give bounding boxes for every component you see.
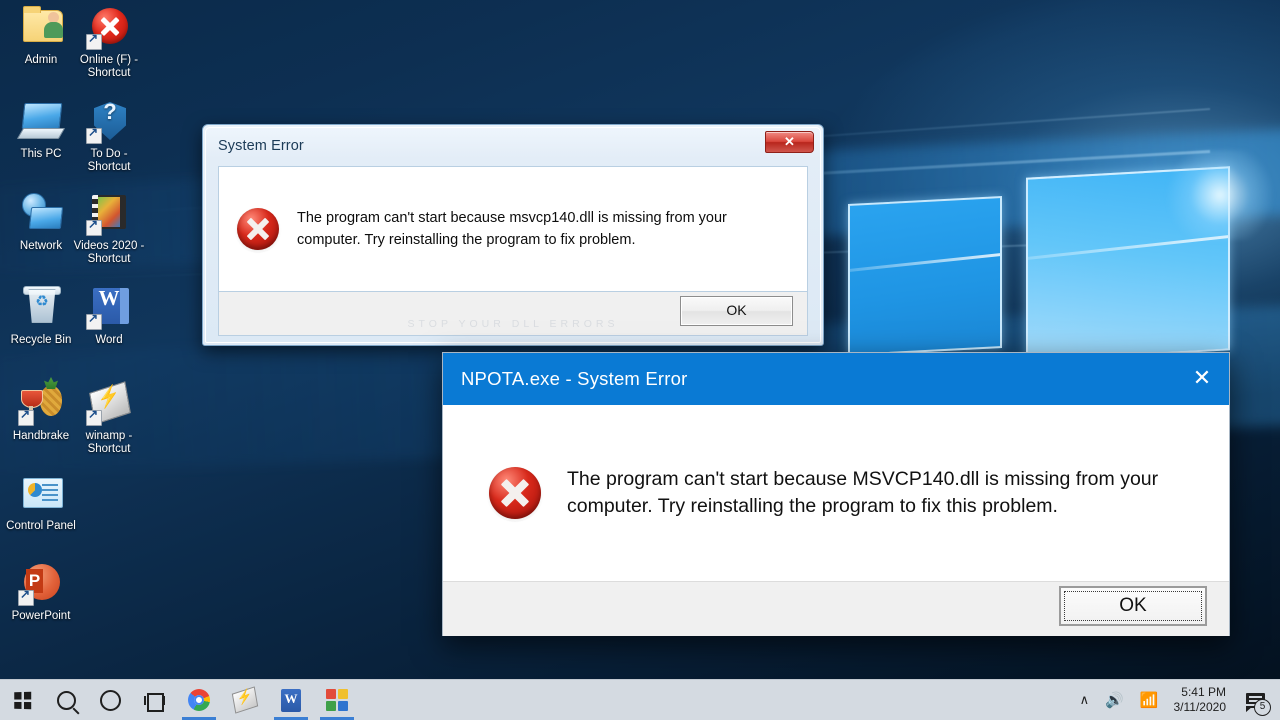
system-tray: ∧ 🔊 📶 5:41 PM 3/11/2020 5 [1073,680,1280,720]
clock-button[interactable]: 5:41 PM 3/11/2020 [1168,685,1237,715]
blue-shield-question-icon: ? [86,100,132,144]
desktop-icon-powerpoint[interactable]: PowerPoint [2,562,80,623]
winamp-icon [231,686,259,714]
handbrake-pineapple-icon [18,382,64,426]
desktop-icon-label: Recycle Bin [10,334,72,346]
desktop-icon-winamp[interactable]: winamp - Shortcut [70,381,148,456]
shortcut-arrow-icon [18,588,34,606]
desktop-icon-this-pc[interactable]: This PC [2,100,80,161]
dialog-footer: OK [218,292,808,336]
shortcut-arrow-icon [86,408,102,426]
wifi-icon: 📶 [1139,692,1159,709]
taskbar-left-group [0,680,360,720]
system-error-dialog-npota[interactable]: NPOTA.exe - System Error ✕ The program c… [442,352,1230,636]
volume-button[interactable]: 🔊 [1098,680,1131,720]
desktop-icon-label: winamp - Shortcut [85,430,133,455]
search-icon [56,690,76,710]
shortcut-arrow-icon [86,218,102,236]
recycle-bin-icon [18,286,64,330]
winamp-lightning-icon [86,381,132,426]
shortcut-arrow-icon [86,32,102,50]
chrome-icon [188,689,210,711]
word-document-icon [86,286,132,330]
desktop-icon-label: Control Panel [6,520,76,532]
ok-button[interactable]: OK [1059,586,1207,626]
screen: Admin Online (F) - Shortcut This PC ? To… [0,0,1280,720]
desktop-icon-label: Word [95,334,123,346]
desktop-icon-label: PowerPoint [11,610,71,622]
desktop-icon-recycle-bin[interactable]: Recycle Bin [2,286,80,347]
user-folder-icon [18,6,64,50]
wallpaper-glow [1160,150,1280,240]
dialog-message: The program can't start because MSVCP140… [567,468,1159,517]
task-view-icon [144,692,164,712]
desktop-icon-label: Network [19,240,63,252]
shortcut-arrow-icon [86,312,102,330]
dialog-title-bar[interactable]: System Error ✕ [206,128,820,166]
desktop-icon-network[interactable]: Network [2,192,80,253]
taskbar-app-store[interactable] [314,680,360,720]
show-hidden-icons-button[interactable]: ∧ [1073,680,1097,720]
desktop-icon-videos-2020[interactable]: Videos 2020 - Shortcut [70,192,148,266]
taskbar-app-chrome[interactable] [176,680,222,720]
ok-button[interactable]: OK [680,296,793,326]
desktop-icon-label: This PC [20,148,62,160]
cortana-circle-icon [99,689,121,711]
start-button[interactable] [0,680,44,720]
windows-logo-icon [13,691,31,709]
error-x-circle-icon [237,208,279,250]
task-view-button[interactable] [132,680,176,720]
word-icon [281,688,301,712]
dialog-title: System Error [218,138,304,154]
network-button[interactable]: 📶 [1133,680,1166,720]
computer-icon [16,100,66,144]
taskbar: ∧ 🔊 📶 5:41 PM 3/11/2020 5 [0,679,1280,720]
desktop-icon-word[interactable]: Word [70,286,148,347]
desktop-icon-to-do[interactable]: ? To Do - Shortcut [70,100,148,174]
search-button[interactable] [44,680,88,720]
desktop-icon-handbrake[interactable]: Handbrake [2,382,80,443]
film-strip-icon [86,192,132,236]
network-icon [18,192,64,236]
close-icon[interactable]: ✕ [765,131,814,153]
desktop-icon-label: Videos 2020 - Shortcut [73,240,145,265]
dialog-title: NPOTA.exe - System Error [461,368,688,389]
taskbar-app-word[interactable] [268,680,314,720]
dialog-body: The program can't start because msvcp140… [218,166,808,292]
dialog-footer: OK [443,581,1229,636]
desktop-icon-online-f[interactable]: Online (F) - Shortcut [70,6,148,80]
desktop-icon-label: To Do - Shortcut [87,148,131,173]
desktop-icon-admin[interactable]: Admin [2,6,80,67]
powerpoint-icon [18,562,64,606]
close-icon[interactable]: ✕ [1175,353,1229,405]
clock-date: 3/11/2020 [1173,700,1227,714]
store-squares-icon [326,689,348,711]
shortcut-arrow-icon [86,126,102,144]
red-x-circle-icon [86,6,132,50]
control-panel-icon [18,472,64,516]
windows-logo-pane [848,195,1002,357]
desktop-icon-label: Handbrake [12,430,70,442]
clock-time: 5:41 PM [1181,685,1226,699]
error-x-circle-icon [489,467,541,519]
shortcut-arrow-icon [18,408,34,426]
dialog-message: The program can't start because msvcp140… [297,210,727,248]
dialog-body: The program can't start because MSVCP140… [443,405,1229,581]
desktop-icon-label: Online (F) - Shortcut [79,54,139,79]
desktop-icon-control-panel[interactable]: Control Panel [2,472,80,533]
action-center-button[interactable]: 5 [1238,680,1272,720]
system-error-dialog-win7[interactable]: System Error ✕ The program can't start b… [202,124,824,346]
desktop-icon-label: Admin [24,54,58,66]
cortana-button[interactable] [88,680,132,720]
chevron-up-icon: ∧ [1079,692,1090,707]
dialog-title-bar[interactable]: NPOTA.exe - System Error ✕ [443,353,1229,405]
dialog-frame: System Error ✕ The program can't start b… [205,127,821,343]
taskbar-app-winamp[interactable] [222,680,268,720]
notification-count-badge: 5 [1254,699,1271,716]
speaker-icon: 🔊 [1105,692,1124,709]
